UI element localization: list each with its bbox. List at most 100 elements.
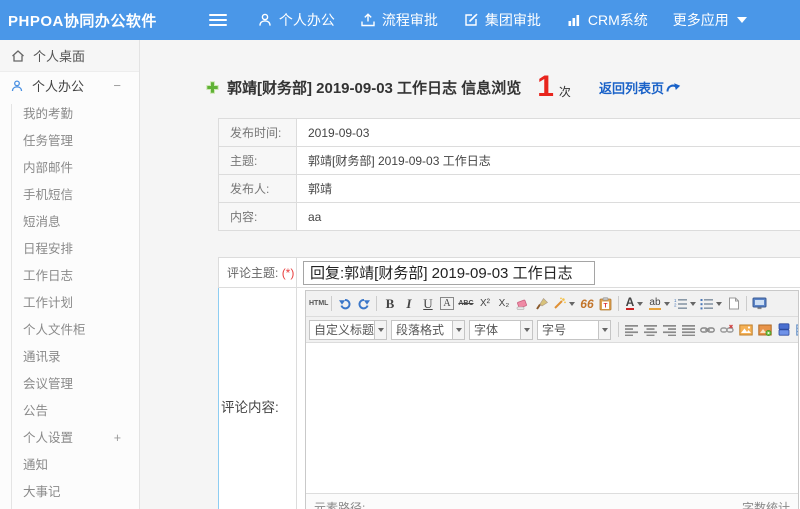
fullscreen-icon[interactable] (750, 294, 769, 314)
sidebar-item-notifications[interactable]: 通知 (0, 452, 139, 479)
undo-icon[interactable] (335, 294, 354, 314)
nav-personal-office[interactable]: 个人办公 (257, 10, 335, 30)
sidebar-item-milestones[interactable]: 大事记 (0, 479, 139, 506)
font-color-button[interactable]: A (622, 294, 646, 314)
table-icon[interactable] (793, 320, 798, 340)
app-logo: PHPOA协同办公软件 (8, 12, 157, 30)
home-icon (11, 49, 25, 63)
sidebar-item-short-message[interactable]: 短消息 (0, 209, 139, 236)
nav-group-approval[interactable]: 集团审批 (463, 10, 541, 30)
font-size-dropdown[interactable]: 字号 (537, 319, 599, 340)
media-video-icon[interactable] (774, 320, 793, 340)
comment-form: 评论主题: (*) 评论内容: HTML (218, 257, 800, 509)
required-mark: (*) (281, 266, 295, 280)
info-label: 发布人: (218, 174, 297, 203)
nav-more-apps[interactable]: 更多应用 (673, 10, 747, 30)
sidebar-item-desktop[interactable]: 个人桌面 (0, 40, 139, 72)
person-icon (257, 12, 273, 28)
curved-arrow-icon (666, 81, 681, 94)
comment-subject-input[interactable] (303, 260, 595, 285)
ordered-list-button[interactable]: 12 (672, 294, 698, 314)
word-count-label[interactable]: 字数统计 (742, 499, 790, 509)
italic-button[interactable]: I (399, 294, 418, 314)
paste-plain-icon[interactable]: T (596, 294, 615, 314)
person-icon (10, 79, 24, 93)
svg-text:T: T (604, 302, 608, 309)
info-value: 郭靖[财务部] 2019-09-03 工作日志 (296, 146, 800, 175)
superscript-button[interactable]: X² (475, 294, 494, 314)
sidebar-item-file-cabinet[interactable]: 个人文件柜 (0, 317, 139, 344)
sidebar-section-personal-office[interactable]: 个人办公 − (0, 72, 139, 99)
expand-icon[interactable]: + (114, 425, 121, 452)
editor-statusbar: 元素路径: 字数统计 (306, 493, 798, 509)
caret-down-icon[interactable] (375, 319, 387, 340)
back-to-list-link[interactable]: 返回列表页 (599, 78, 681, 97)
unlink-icon[interactable] (717, 320, 736, 340)
editor-content-area[interactable] (306, 343, 798, 493)
toolbar-separator (746, 296, 748, 311)
html-source-button[interactable]: HTML (309, 294, 328, 314)
sidebar-item-meetings[interactable]: 会议管理 (0, 371, 139, 398)
sidebar-item-work-log[interactable]: 工作日志 (0, 263, 139, 290)
sidebar-item-attendance[interactable]: 我的考勤 (0, 101, 139, 128)
comment-subject-cell (296, 257, 800, 288)
strikethrough-button[interactable]: ABC (456, 294, 475, 314)
align-center-icon[interactable] (641, 320, 660, 340)
comment-content-row: 评论内容: HTML B I U A ABC X² X₂ 66 T A ab 1… (218, 287, 800, 509)
toolbar-separator (618, 296, 620, 311)
blockquote-button[interactable]: 66 (577, 294, 596, 314)
eraser-icon[interactable] (513, 294, 532, 314)
align-left-icon[interactable] (622, 320, 641, 340)
nav-workflow-approval[interactable]: 流程审批 (360, 10, 438, 30)
page-title: 郭靖[财务部] 2019-09-03 工作日志 信息浏览 (227, 79, 522, 97)
quick-format-wand-icon[interactable] (551, 294, 577, 314)
page-title-row: 郭靖[财务部] 2019-09-03 工作日志 信息浏览 1 次 返回列表页 (206, 72, 800, 102)
table-row: 主题: 郭靖[财务部] 2019-09-03 工作日志 (218, 146, 800, 175)
collapse-icon[interactable]: − (113, 78, 121, 93)
format-brush-icon[interactable] (532, 294, 551, 314)
caret-down-icon[interactable] (453, 319, 465, 340)
link-icon[interactable] (698, 320, 717, 340)
table-row: 内容: aa (218, 202, 800, 231)
sidebar-item-internal-mail[interactable]: 内部邮件 (0, 155, 139, 182)
add-plus-icon (206, 80, 219, 94)
sidebar-item-work-plan[interactable]: 工作计划 (0, 290, 139, 317)
sidebar-item-tasks[interactable]: 任务管理 (0, 128, 139, 155)
nav-crm-system[interactable]: CRM系统 (566, 10, 648, 30)
main-content: 郭靖[财务部] 2019-09-03 工作日志 信息浏览 1 次 返回列表页 发… (140, 40, 800, 509)
font-style-button[interactable]: A (437, 294, 456, 314)
toolbar-separator (331, 296, 333, 311)
hamburger-menu-icon[interactable] (208, 11, 227, 29)
image-icon[interactable] (736, 320, 755, 340)
sidebar-item-schedule[interactable]: 日程安排 (0, 236, 139, 263)
top-header: PHPOA协同办公软件 个人办公 流程审批 集团审批 CRM系统 更多应用 (0, 0, 800, 40)
underline-button[interactable]: U (418, 294, 437, 314)
align-right-icon[interactable] (660, 320, 679, 340)
paragraph-format-dropdown[interactable]: 段落格式 (391, 319, 453, 340)
caret-down-icon[interactable] (599, 319, 611, 340)
nav-label: 流程审批 (381, 12, 438, 28)
view-count: 1 (537, 70, 554, 103)
subscript-button[interactable]: X₂ (494, 294, 513, 314)
highlight-color-button[interactable]: ab (646, 294, 672, 314)
font-family-dropdown[interactable]: 字体 (469, 319, 521, 340)
caret-down-icon[interactable] (521, 319, 533, 340)
align-justify-icon[interactable] (679, 320, 698, 340)
redo-icon[interactable] (354, 294, 373, 314)
bullet-list-button[interactable] (698, 294, 724, 314)
workflow-icon (360, 12, 376, 28)
editor-toolbar-row1: HTML B I U A ABC X² X₂ 66 T A ab 1 2 (306, 291, 798, 317)
bar-chart-icon (566, 12, 582, 28)
sidebar-item-sms[interactable]: 手机短信 (0, 182, 139, 209)
left-sidebar: 个人桌面 个人办公 − 我的考勤 任务管理 内部邮件 手机短信 短消息 日程安排… (0, 40, 140, 509)
sidebar-item-contacts[interactable]: 通讯录 (0, 344, 139, 371)
sidebar-item-announcements[interactable]: 公告 (0, 398, 139, 425)
heading-dropdown[interactable]: 自定义标题 (309, 319, 375, 340)
toolbar-separator (618, 322, 619, 337)
flash-media-icon[interactable] (755, 320, 774, 340)
bold-button[interactable]: B (380, 294, 399, 314)
info-value: 2019-09-03 (296, 118, 800, 147)
sidebar-item-personal-settings[interactable]: 个人设置 + (0, 425, 139, 452)
new-page-icon[interactable] (724, 294, 743, 314)
comment-editor-cell: HTML B I U A ABC X² X₂ 66 T A ab 1 2 自定义… (296, 287, 800, 509)
